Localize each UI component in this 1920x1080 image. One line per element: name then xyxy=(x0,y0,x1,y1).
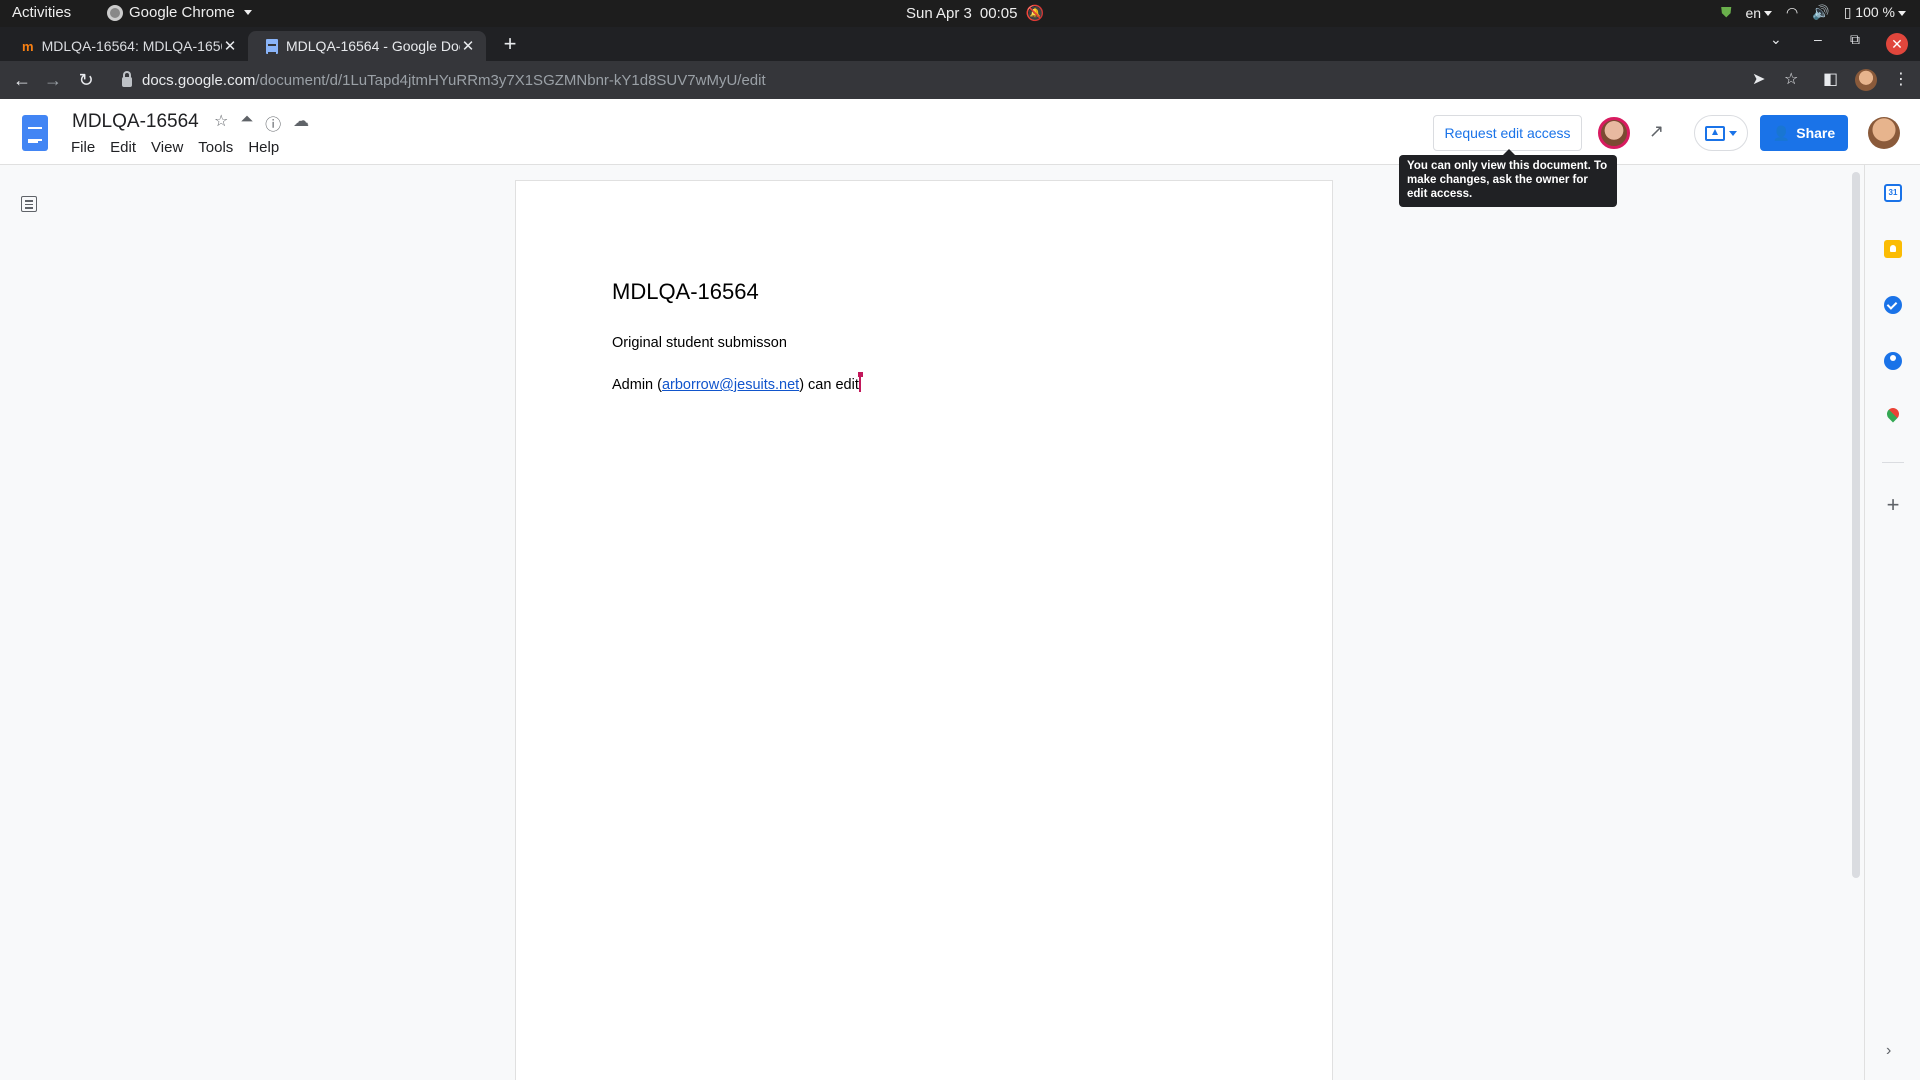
chevron-down-icon xyxy=(243,10,252,15)
tab-google-docs[interactable]: MDLQA-16564 - Google Docs ✕ xyxy=(248,31,486,61)
document-paragraph: Original student submisson xyxy=(612,335,787,351)
present-icon xyxy=(1705,125,1725,141)
menu-edit[interactable]: Edit xyxy=(110,139,136,156)
google-docs-icon xyxy=(266,38,278,54)
date-label: Sun Apr 3 xyxy=(906,4,972,22)
url-path: /document/d/1LuTapd4jtmHYuRRm3y7X1SGZMNb… xyxy=(255,71,766,89)
language-indicator[interactable]: en xyxy=(1745,5,1773,21)
profile-avatar[interactable] xyxy=(1855,69,1877,91)
tab-strip: m MDLQA-16564: MDLQA-16564 ✕ MDLQA-16564… xyxy=(0,27,1920,61)
cloud-status-icon[interactable]: ☁ xyxy=(293,111,309,135)
calendar-icon[interactable]: 31 xyxy=(1884,184,1902,202)
document-title[interactable]: MDLQA-16564 xyxy=(72,111,199,133)
star-icon[interactable]: ☆ xyxy=(214,111,228,135)
system-top-bar: Activities Google Chrome Sun Apr 3 00:05… xyxy=(0,0,1920,27)
keep-icon[interactable] xyxy=(1884,240,1902,258)
wifi-icon: ◠ xyxy=(1786,4,1799,20)
url-domain: docs.google.com xyxy=(142,71,256,89)
side-panel-divider xyxy=(1882,462,1904,463)
activities-button[interactable]: Activities xyxy=(12,4,71,21)
more-menu-icon[interactable]: ⋮ xyxy=(1893,69,1909,89)
collaborator-cursor xyxy=(857,372,863,392)
chevron-down-icon xyxy=(1729,130,1737,136)
back-icon[interactable]: ← xyxy=(10,68,34,92)
close-icon[interactable]: ✕ xyxy=(222,37,238,55)
reload-icon[interactable]: ↻ xyxy=(74,68,98,92)
menu-view[interactable]: View xyxy=(151,139,183,156)
minimize-icon[interactable]: – xyxy=(1814,31,1822,47)
bookmark-star-icon[interactable]: ☆ xyxy=(1784,69,1798,89)
shield-icon: ⛊ xyxy=(1720,4,1732,20)
tab-title: MDLQA-16564: MDLQA-16564 xyxy=(41,38,222,54)
info-icon[interactable]: ⓘ xyxy=(265,111,281,135)
activity-dashboard-icon[interactable]: ↗ xyxy=(1649,121,1673,145)
menu-help[interactable]: Help xyxy=(248,139,279,156)
tasks-icon[interactable] xyxy=(1884,296,1902,314)
time-label: 00:05 xyxy=(979,4,1018,22)
restore-icon[interactable]: ⧉ xyxy=(1850,31,1860,48)
tab-search-icon[interactable]: ⌄ xyxy=(1770,31,1782,48)
moodle-icon: m xyxy=(22,38,34,54)
share-label: Share xyxy=(1796,125,1836,141)
move-to-drive-icon[interactable]: ⏶ xyxy=(240,111,253,135)
battery-icon: ▯ xyxy=(1843,4,1852,20)
document-paragraph: Admin (arborrow@jesuits.net) can edit xyxy=(612,372,863,393)
menu-file[interactable]: File xyxy=(71,139,95,156)
document-outline-icon[interactable] xyxy=(21,196,37,212)
chrome-icon xyxy=(107,4,123,21)
admin-suffix: ) can edit xyxy=(799,377,859,393)
forward-icon[interactable]: → xyxy=(41,68,65,92)
notifications-off-icon: 🔕 xyxy=(1025,5,1045,22)
chevron-right-icon[interactable]: › xyxy=(1886,1042,1891,1060)
app-name: Google Chrome xyxy=(129,4,235,21)
email-link[interactable]: arborrow@jesuits.net xyxy=(662,377,799,393)
menu-tools[interactable]: Tools xyxy=(198,139,233,156)
clock[interactable]: Sun Apr 3 00:05 🔕 xyxy=(906,4,1045,23)
maps-icon[interactable] xyxy=(1884,408,1902,426)
share-button[interactable]: 👤 Share xyxy=(1760,115,1848,151)
scrollbar-thumb[interactable] xyxy=(1852,172,1860,878)
request-edit-access-button[interactable]: Request edit access xyxy=(1433,115,1582,151)
document-page[interactable]: MDLQA-16564 Original student submisson A… xyxy=(516,181,1332,1080)
view-only-tooltip: You can only view this document. To make… xyxy=(1399,149,1617,207)
document-heading: MDLQA-16564 xyxy=(612,279,759,304)
new-tab-button[interactable]: + xyxy=(496,31,524,57)
present-button[interactable] xyxy=(1694,115,1748,151)
docs-header: MDLQA-16564 ☆ ⏶ ⓘ ☁ File Edit View Tools… xyxy=(0,99,1920,165)
system-tray[interactable]: ⛊ en ◠ 🔊 ▯ 100 % xyxy=(1721,4,1906,21)
battery-indicator[interactable]: ▯ 100 % xyxy=(1844,4,1906,21)
close-icon[interactable]: ✕ xyxy=(460,37,476,55)
person-icon: 👤 xyxy=(1772,124,1791,141)
lock-icon[interactable] xyxy=(122,71,132,87)
window-close-button[interactable]: ✕ xyxy=(1886,33,1908,55)
title-actions: ☆ ⏶ ⓘ ☁ xyxy=(214,111,309,135)
tab-moodle[interactable]: m MDLQA-16564: MDLQA-16564 ✕ xyxy=(4,31,248,61)
add-icon[interactable]: + xyxy=(1882,492,1904,518)
side-panel-icon[interactable]: ◧ xyxy=(1823,69,1838,89)
address-bar[interactable]: docs.google.com/document/d/1LuTapd4jtmHY… xyxy=(108,65,1808,95)
browser-toolbar: ← → ↻ docs.google.com/document/d/1LuTapd… xyxy=(0,61,1920,99)
account-avatar[interactable] xyxy=(1868,117,1900,149)
app-menu[interactable]: Google Chrome xyxy=(107,4,252,21)
volume-icon: 🔊 xyxy=(1812,4,1830,20)
contacts-icon[interactable] xyxy=(1884,352,1902,370)
send-icon[interactable]: ➤ xyxy=(1752,69,1765,89)
admin-prefix: Admin ( xyxy=(612,377,662,393)
tab-title: MDLQA-16564 - Google Docs xyxy=(286,38,460,54)
menu-bar: File Edit View Tools Help xyxy=(71,139,279,156)
collaborator-avatar[interactable] xyxy=(1598,117,1630,149)
docs-logo-icon[interactable] xyxy=(22,115,48,151)
